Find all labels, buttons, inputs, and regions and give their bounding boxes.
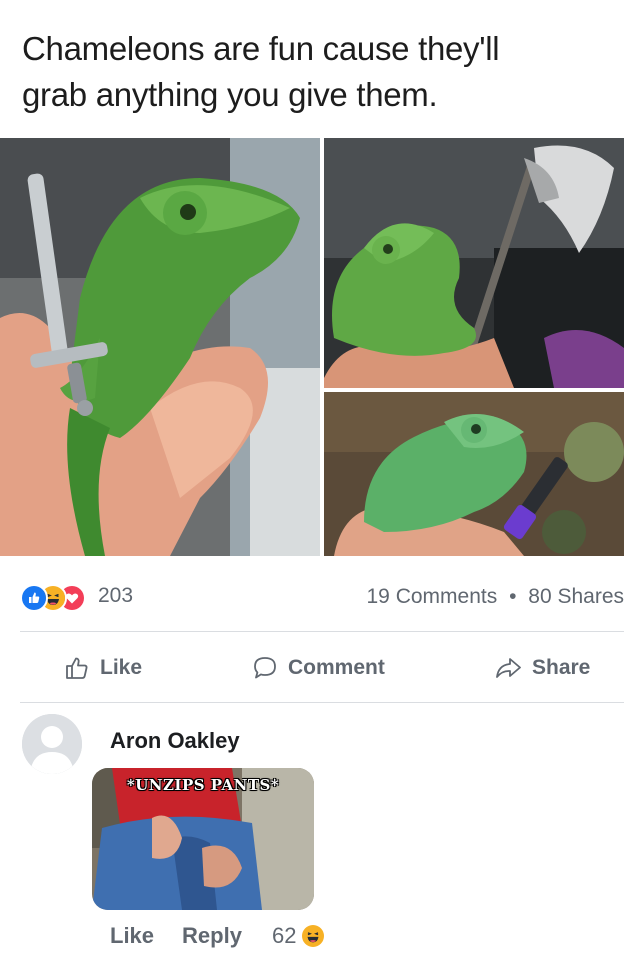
comment-button[interactable]: Comment <box>252 648 385 688</box>
post-stats: 203 19 Comments • 80 Shares <box>20 582 624 612</box>
like-icon <box>20 584 48 612</box>
post-text-line-2: grab anything you give them. <box>22 76 438 113</box>
gif-caption: *UNZIPS PANTS* <box>126 776 280 794</box>
share-label: Share <box>532 656 591 679</box>
post-text: Chameleons are fun cause they'll grab an… <box>22 26 612 118</box>
thumbs-up-icon <box>66 657 88 679</box>
chameleon-axe-photo[interactable] <box>324 138 624 388</box>
comment-label: Comment <box>288 656 385 679</box>
comment-reply-button[interactable]: Reply <box>182 923 242 949</box>
divider <box>20 631 624 632</box>
default-avatar-icon <box>22 714 82 774</box>
comment-author[interactable]: Aron Oakley <box>110 728 240 754</box>
comment-gif[interactable]: *UNZIPS PANTS* <box>92 768 314 910</box>
chameleon-sword-photo[interactable] <box>0 138 320 556</box>
speech-bubble-icon <box>254 657 276 679</box>
comment-actions: Like Reply 62 <box>110 922 325 950</box>
reaction-count[interactable]: 203 <box>98 584 133 608</box>
like-label: Like <box>100 656 143 679</box>
share-arrow-icon <box>496 658 521 678</box>
comments-count[interactable]: 19 Comments <box>367 585 498 608</box>
divider <box>20 702 624 703</box>
comment-reaction-count[interactable]: 62 <box>272 923 296 949</box>
haha-icon <box>302 925 325 947</box>
like-button[interactable]: Like <box>64 648 142 688</box>
post-action-bar: Like Comment Share <box>0 648 624 688</box>
engagement-counts: 19 Comments • 80 Shares <box>367 585 624 609</box>
photo-collage[interactable] <box>0 138 624 556</box>
chameleon-lighter-photo[interactable] <box>324 392 624 556</box>
separator-dot: • <box>509 585 517 608</box>
share-button[interactable]: Share <box>494 648 590 688</box>
avatar[interactable] <box>22 714 82 774</box>
post-text-line-1: Chameleons are fun cause they'll <box>22 30 500 67</box>
comment-like-button[interactable]: Like <box>110 923 154 949</box>
shares-count[interactable]: 80 Shares <box>528 585 624 608</box>
